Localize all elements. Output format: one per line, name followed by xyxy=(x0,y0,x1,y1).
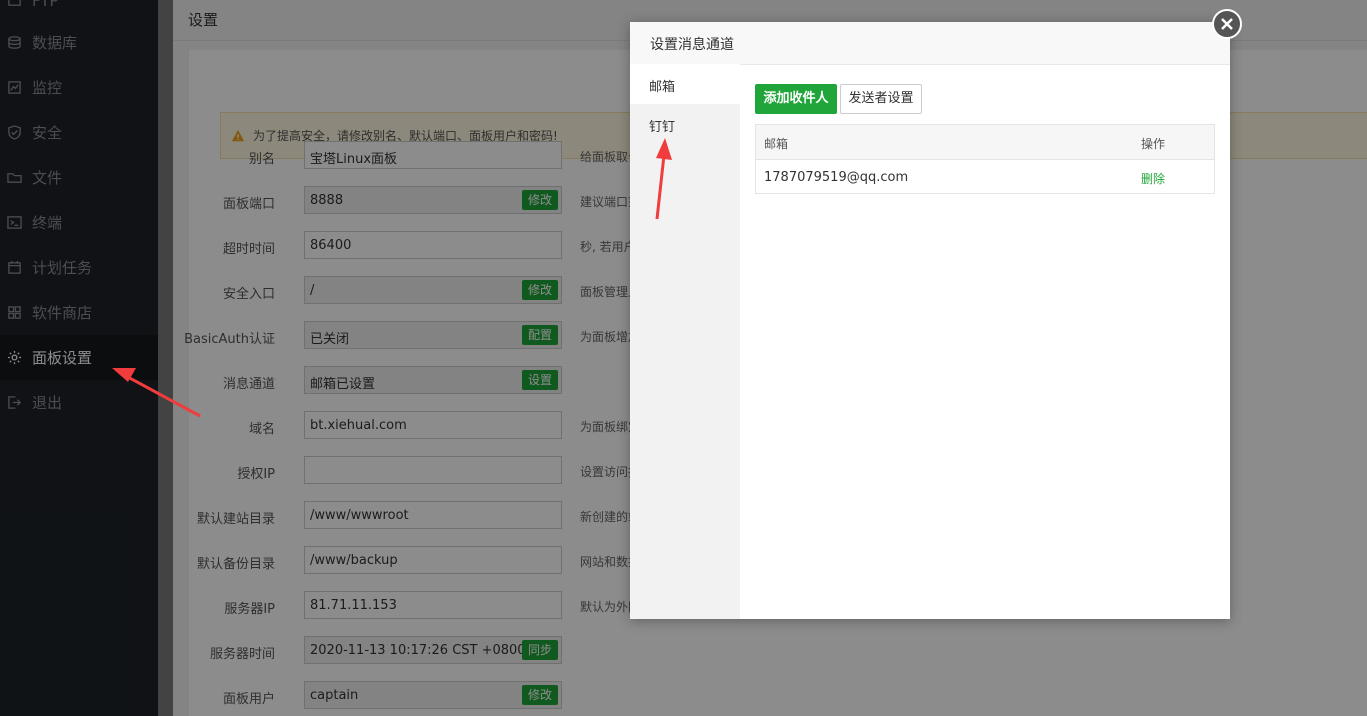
close-dialog-button[interactable] xyxy=(1212,9,1242,39)
delete-recipient-link[interactable]: 删除 xyxy=(1141,170,1165,187)
nav-tab-dingtalk[interactable]: 钉钉 xyxy=(630,104,740,144)
dialog-title: 设置消息通道 xyxy=(650,37,734,53)
table-row: 1787079519@qq.com 删除 xyxy=(756,160,1214,194)
message-channel-dialog: 设置消息通道 邮箱 钉钉 xyxy=(630,22,1230,619)
nav-tab-email[interactable]: 邮箱 xyxy=(630,64,740,104)
column-header-email: 邮箱 xyxy=(764,137,789,151)
add-recipient-button[interactable]: 添加收件人 xyxy=(755,84,837,114)
recipient-table: 邮箱 操作 1787079519@qq.com 删除 xyxy=(755,124,1215,194)
column-header-action: 操作 xyxy=(1141,137,1166,151)
dialog-header: 设置消息通道 xyxy=(630,22,1230,65)
table-header: 邮箱 操作 xyxy=(756,125,1214,160)
recipient-email: 1787079519@qq.com xyxy=(764,170,909,185)
dialog-nav: 邮箱 钉钉 xyxy=(630,64,740,619)
close-icon xyxy=(1221,18,1233,30)
sender-settings-button[interactable]: 发送者设置 xyxy=(840,84,922,114)
